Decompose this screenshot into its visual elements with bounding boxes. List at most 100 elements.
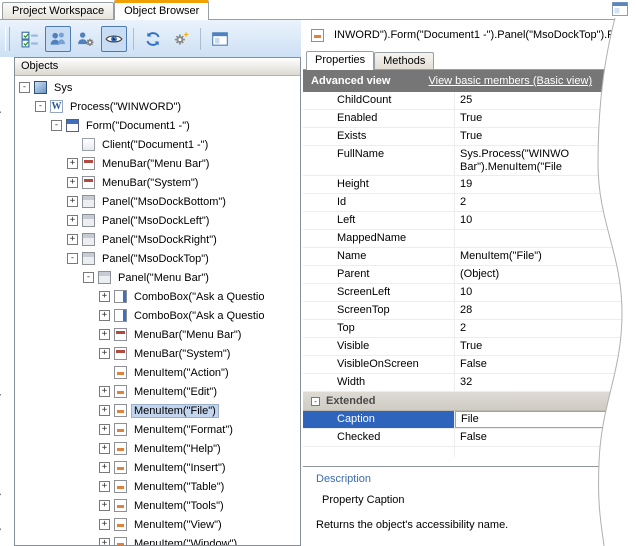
property-row[interactable]: MappedName xyxy=(303,230,636,248)
plus-expander-icon[interactable]: + xyxy=(99,291,110,302)
tree-item[interactable]: +MenuItem("View") xyxy=(15,515,300,534)
tab-methods[interactable]: Methods xyxy=(374,52,434,69)
property-value: 2 xyxy=(455,320,636,337)
plus-expander-icon[interactable]: + xyxy=(67,234,78,245)
tree-item[interactable]: +ComboBox("Ask a Questio xyxy=(15,306,300,325)
minus-expander-icon[interactable]: - xyxy=(83,272,94,283)
property-row[interactable]: Height19 xyxy=(303,176,636,194)
plus-expander-icon[interactable]: + xyxy=(67,215,78,226)
minus-expander-icon[interactable]: - xyxy=(51,120,62,131)
property-row[interactable]: VisibleOnScreenFalse xyxy=(303,356,636,374)
property-name: Name xyxy=(303,248,455,265)
tree-item[interactable]: +MenuBar("System") xyxy=(15,173,300,192)
property-row[interactable]: Width32 xyxy=(303,374,636,392)
tree-item[interactable]: -Sys xyxy=(15,78,300,97)
tree-item[interactable]: +Panel("MsoDockLeft") xyxy=(15,211,300,230)
tree-item[interactable]: +MenuBar("System") xyxy=(15,344,300,363)
plus-expander-icon[interactable]: + xyxy=(99,329,110,340)
property-row[interactable]: NameMenuItem("File") xyxy=(303,248,636,266)
plus-expander-icon[interactable]: + xyxy=(67,196,78,207)
object-browser-window: Project Workspace Object Browser xyxy=(0,0,636,546)
tree-item[interactable]: +MenuItem("Format") xyxy=(15,420,300,439)
checklist-button[interactable] xyxy=(17,26,43,52)
menuitem-icon xyxy=(114,461,127,474)
plus-expander-icon[interactable]: + xyxy=(67,177,78,188)
plus-expander-icon[interactable]: + xyxy=(99,481,110,492)
tree-item[interactable]: MenuItem("Action") xyxy=(15,363,300,382)
options-button[interactable] xyxy=(168,26,194,52)
property-row[interactable]: CaptionFile xyxy=(303,411,636,429)
tree-item[interactable]: -Panel("Menu Bar") xyxy=(15,268,300,287)
tree-item[interactable]: -Process("WINWORD") xyxy=(15,97,300,116)
tab-project-workspace[interactable]: Project Workspace xyxy=(2,2,114,19)
property-row[interactable]: CheckedFalse xyxy=(303,429,636,447)
tree-item[interactable]: +MenuItem("Insert") xyxy=(15,458,300,477)
property-row[interactable]: Parent(Object) xyxy=(303,266,636,284)
tree-item[interactable]: +ComboBox("Ask a Questio xyxy=(15,287,300,306)
tree-item[interactable]: + MenuItem("Tools") xyxy=(15,496,300,515)
property-row[interactable]: EnabledTrue xyxy=(303,110,636,128)
property-name: Caption xyxy=(303,411,455,428)
plus-expander-icon[interactable]: + xyxy=(99,348,110,359)
property-row[interactable]: ChildCount25 xyxy=(303,92,636,110)
tree-item[interactable]: + MenuItem("Window") xyxy=(15,534,300,546)
property-row[interactable]: Top2 xyxy=(303,320,636,338)
tab-properties[interactable]: Properties xyxy=(306,51,374,70)
tree-item[interactable]: -Panel("MsoDockTop") xyxy=(15,249,300,268)
plus-expander-icon[interactable]: + xyxy=(99,405,110,416)
description-panel: Description Property Caption Returns the… xyxy=(303,466,636,546)
property-row[interactable]: ScreenLeft10 xyxy=(303,284,636,302)
property-row[interactable]: Left10 xyxy=(303,212,636,230)
property-name: Height xyxy=(303,176,455,193)
watch-objects-button[interactable] xyxy=(101,26,127,52)
process-filter-button[interactable] xyxy=(73,26,99,52)
minus-expander-icon[interactable]: - xyxy=(67,253,78,264)
plus-expander-icon[interactable]: + xyxy=(99,386,110,397)
client-icon xyxy=(82,138,95,151)
description-text: Returns the object's accessibility name. xyxy=(316,519,636,531)
plus-expander-icon[interactable]: + xyxy=(99,310,110,321)
tree-item[interactable]: +MenuBar("Menu Bar") xyxy=(15,325,300,344)
tree-item[interactable]: +Panel("MsoDockRight") xyxy=(15,230,300,249)
plus-expander-icon[interactable]: + xyxy=(99,443,110,454)
property-row[interactable]: FullNameSys.Process("WINWO Bar").MenuIte… xyxy=(303,146,636,176)
object-browser-toolbar xyxy=(0,20,301,57)
property-row[interactable]: ScreenTop28 xyxy=(303,302,636,320)
plus-expander-icon[interactable]: + xyxy=(99,500,110,511)
menuitem-icon xyxy=(114,442,127,455)
objects-panel-title: Objects xyxy=(15,58,300,76)
objects-tree: -Sys-Process("WINWORD")-Form("Document1 … xyxy=(15,76,300,546)
plus-expander-icon[interactable]: + xyxy=(99,424,110,435)
processes-button[interactable] xyxy=(45,26,71,52)
plus-expander-icon[interactable]: + xyxy=(99,538,110,546)
tab-object-browser[interactable]: Object Browser xyxy=(114,0,209,20)
tree-item-label: MenuItem("Tools") xyxy=(131,499,227,513)
tree-item[interactable]: +MenuBar("Menu Bar") xyxy=(15,154,300,173)
tree-item[interactable]: Client("Document1 -") xyxy=(15,135,300,154)
tree-item[interactable]: +MenuItem("File") xyxy=(15,401,300,420)
minus-expander-icon[interactable]: - xyxy=(19,82,30,93)
plus-expander-icon[interactable]: + xyxy=(99,519,110,530)
combobox-icon xyxy=(114,290,127,303)
tree-item[interactable]: +MenuItem("Edit") xyxy=(15,382,300,401)
tree-item[interactable]: +MenuItem("Table") xyxy=(15,477,300,496)
property-row[interactable]: ExistsTrue xyxy=(303,128,636,146)
workspace-tabbar: Project Workspace Object Browser xyxy=(0,0,636,20)
property-row[interactable]: Id2 xyxy=(303,194,636,212)
extended-section-header[interactable]: Extended xyxy=(303,392,636,411)
property-row[interactable]: VisibleTrue xyxy=(303,338,636,356)
tree-item-label: MenuItem("Window") xyxy=(131,537,240,546)
tree-item[interactable]: +MenuItem("Help") xyxy=(15,439,300,458)
eye-icon xyxy=(105,30,123,48)
side-note-strip: e system processes and the processes tha… xyxy=(0,57,14,546)
plus-expander-icon[interactable]: + xyxy=(99,462,110,473)
plus-expander-icon[interactable]: + xyxy=(67,158,78,169)
tree-item[interactable]: +Panel("MsoDockBottom") xyxy=(15,192,300,211)
basic-view-link[interactable]: View basic members (Basic view) xyxy=(428,75,592,87)
tree-item[interactable]: -Form("Document1 -") xyxy=(15,116,300,135)
toolbar-grip[interactable] xyxy=(5,27,10,51)
collapse-icon[interactable] xyxy=(311,397,320,406)
refresh-button[interactable] xyxy=(140,26,166,52)
panels-button[interactable] xyxy=(207,26,233,52)
minus-expander-icon[interactable]: - xyxy=(35,101,46,112)
